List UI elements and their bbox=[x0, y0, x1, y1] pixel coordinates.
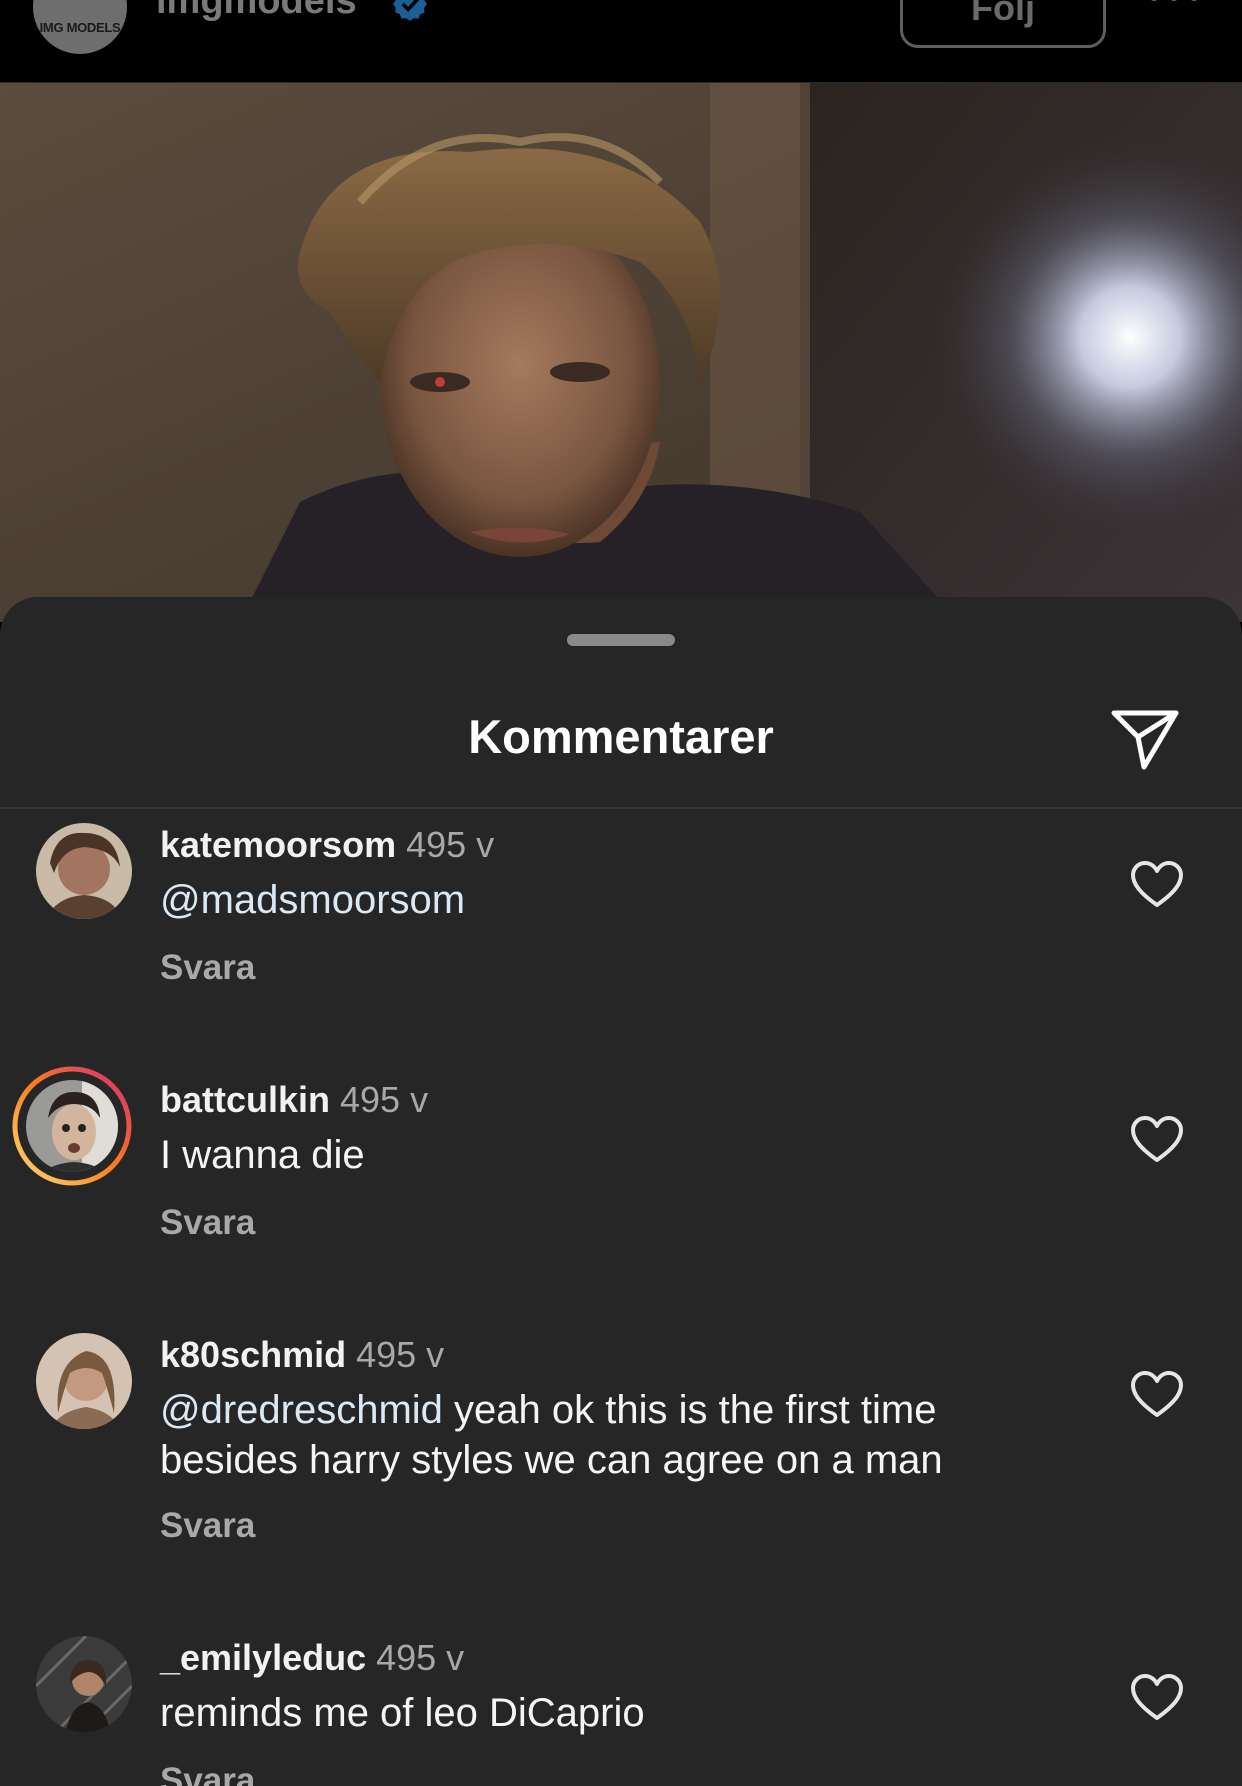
heart-icon[interactable] bbox=[1130, 1674, 1184, 1722]
comment-text: reminds me of leo DiCaprio bbox=[160, 1688, 1060, 1738]
heart-icon[interactable] bbox=[1130, 861, 1184, 909]
comment-body: I wanna die bbox=[160, 1133, 365, 1177]
comment-body: reminds me of leo DiCaprio bbox=[160, 1691, 645, 1735]
screen: IMG MODELS imgmodels Följ Kommentarer ka… bbox=[0, 0, 1242, 1786]
comment-time: 495 v bbox=[376, 1637, 465, 1678]
commenter-avatar[interactable] bbox=[36, 1333, 132, 1429]
more-horizontal-icon[interactable] bbox=[1146, 0, 1202, 12]
comment-username[interactable]: k80schmid bbox=[160, 1334, 346, 1375]
profile-username[interactable]: imgmodels bbox=[156, 0, 357, 24]
avatar-logo-text: IMG MODELS bbox=[39, 19, 121, 35]
heart-icon[interactable] bbox=[1130, 1371, 1184, 1419]
avatar-photo bbox=[36, 1636, 132, 1732]
verified-badge-icon bbox=[392, 0, 428, 22]
comment-mention-link[interactable]: @dredreschmid bbox=[160, 1388, 443, 1432]
commenter-avatar-story[interactable] bbox=[12, 1066, 132, 1186]
comment-header: battculkin 495 v bbox=[160, 1078, 428, 1122]
comment-header: katemoorsom 495 v bbox=[160, 823, 494, 867]
comment-username[interactable]: katemoorsom bbox=[160, 824, 396, 865]
reply-button[interactable]: Svara bbox=[160, 947, 255, 989]
heart-icon[interactable] bbox=[1130, 1116, 1184, 1164]
sheet-divider bbox=[0, 807, 1242, 809]
post-header: IMG MODELS imgmodels Följ bbox=[0, 0, 1242, 83]
avatar-photo bbox=[36, 823, 132, 919]
comment-text: I wanna die bbox=[160, 1130, 1060, 1180]
sheet-title: Kommentarer bbox=[468, 710, 774, 763]
post-photo[interactable] bbox=[0, 82, 1242, 622]
comment-time: 495 v bbox=[340, 1079, 429, 1120]
avatar-photo bbox=[12, 1066, 132, 1186]
comment-mention-link[interactable]: @madsmoorsom bbox=[160, 878, 465, 922]
profile-avatar[interactable]: IMG MODELS bbox=[33, 0, 127, 54]
comment-text: @dredreschmid yeah ok this is the first … bbox=[160, 1385, 1060, 1485]
comments-sheet: Kommentarer katemoorsom 495 v @madsmoorso… bbox=[0, 597, 1242, 1786]
reply-button[interactable]: Svara bbox=[160, 1202, 255, 1244]
commenter-avatar[interactable] bbox=[36, 823, 132, 919]
reply-button[interactable]: Svara bbox=[160, 1505, 255, 1547]
comment-text: @madsmoorsom bbox=[160, 875, 1060, 925]
comment-header: _emilyleduc 495 v bbox=[160, 1636, 464, 1680]
avatar-photo bbox=[36, 1333, 132, 1429]
reply-button[interactable]: Svara bbox=[160, 1760, 255, 1786]
comment-username[interactable]: _emilyleduc bbox=[160, 1637, 366, 1678]
comment-header: k80schmid 495 v bbox=[160, 1333, 444, 1377]
follow-button[interactable]: Följ bbox=[900, 0, 1106, 48]
paper-plane-icon[interactable] bbox=[1110, 707, 1180, 771]
sheet-drag-handle[interactable] bbox=[567, 634, 675, 646]
comment-username[interactable]: battculkin bbox=[160, 1079, 330, 1120]
comment-time: 495 v bbox=[356, 1334, 445, 1375]
comment-time: 495 v bbox=[406, 824, 495, 865]
commenter-avatar[interactable] bbox=[36, 1636, 132, 1732]
post-photo-illustration bbox=[0, 82, 1242, 622]
